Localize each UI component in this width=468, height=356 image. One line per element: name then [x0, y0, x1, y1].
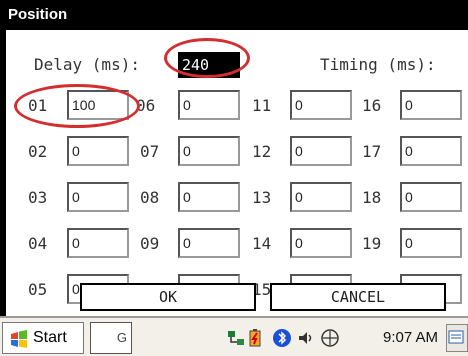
title-bar: Position: [0, 0, 468, 30]
channel-input[interactable]: 0: [67, 182, 129, 212]
channel-input[interactable]: 0: [67, 136, 129, 166]
dialog-content: Delay (ms): 240 Timing (ms): 01 100 02 0…: [0, 30, 468, 316]
battery-icon[interactable]: [246, 328, 266, 348]
channel-number: 06: [136, 96, 156, 115]
volume-icon[interactable]: [296, 328, 316, 348]
channel-number: 13: [252, 188, 272, 207]
channel-number: 14: [252, 234, 272, 253]
windows-flag-icon: [11, 330, 27, 348]
start-label: Start: [33, 329, 67, 346]
bluetooth-icon[interactable]: [272, 328, 292, 348]
channel-input[interactable]: 0: [400, 182, 462, 212]
channel-number: 18: [362, 188, 382, 207]
keyboard-icon[interactable]: [446, 324, 468, 352]
channel-input[interactable]: 0: [400, 228, 462, 258]
channel-number: 16: [362, 96, 382, 115]
channel-input[interactable]: 0: [290, 136, 352, 166]
channel-number: 12: [252, 142, 272, 161]
delay-input[interactable]: 240: [178, 52, 240, 78]
delay-label: Delay (ms):: [34, 55, 140, 74]
channel-number: 04: [28, 234, 48, 253]
channel-number: 07: [140, 142, 160, 161]
cancel-button[interactable]: CANCEL: [270, 283, 446, 311]
clock[interactable]: 9:07 AM: [383, 329, 438, 346]
timing-label: Timing (ms):: [320, 55, 436, 74]
channel-input[interactable]: 0: [290, 228, 352, 258]
channel-input[interactable]: 0: [178, 136, 240, 166]
channel-input[interactable]: 0: [290, 90, 352, 120]
channel-number: 08: [140, 188, 160, 207]
channel-input[interactable]: 0: [178, 182, 240, 212]
running-task-button[interactable]: G: [90, 322, 132, 354]
channel-number: 01: [28, 96, 48, 115]
position-dialog: Position Delay (ms): 240 Timing (ms): 01…: [0, 0, 468, 316]
channel-input[interactable]: 0: [178, 90, 240, 120]
connectivity-icon[interactable]: [318, 328, 342, 348]
taskbar: Start G 9:07 AM: [0, 316, 468, 356]
channel-input[interactable]: 0: [400, 136, 462, 166]
ok-button[interactable]: OK: [80, 283, 256, 311]
system-tray: 9:07 AM: [226, 322, 442, 354]
channel-input[interactable]: 0: [400, 90, 462, 120]
channel-number: 02: [28, 142, 48, 161]
channel-number: 19: [362, 234, 382, 253]
network-icon[interactable]: [226, 328, 246, 348]
start-button[interactable]: Start: [2, 322, 84, 354]
window-title: Position: [8, 6, 68, 23]
channel-input[interactable]: 0: [67, 228, 129, 258]
channel-number: 11: [252, 96, 272, 115]
channel-number: 17: [362, 142, 382, 161]
channel-input[interactable]: 100: [67, 90, 129, 120]
channel-number: 05: [28, 280, 48, 299]
channel-input[interactable]: 0: [290, 182, 352, 212]
channel-input[interactable]: 0: [178, 228, 240, 258]
channel-number: 09: [140, 234, 160, 253]
channel-number: 03: [28, 188, 48, 207]
